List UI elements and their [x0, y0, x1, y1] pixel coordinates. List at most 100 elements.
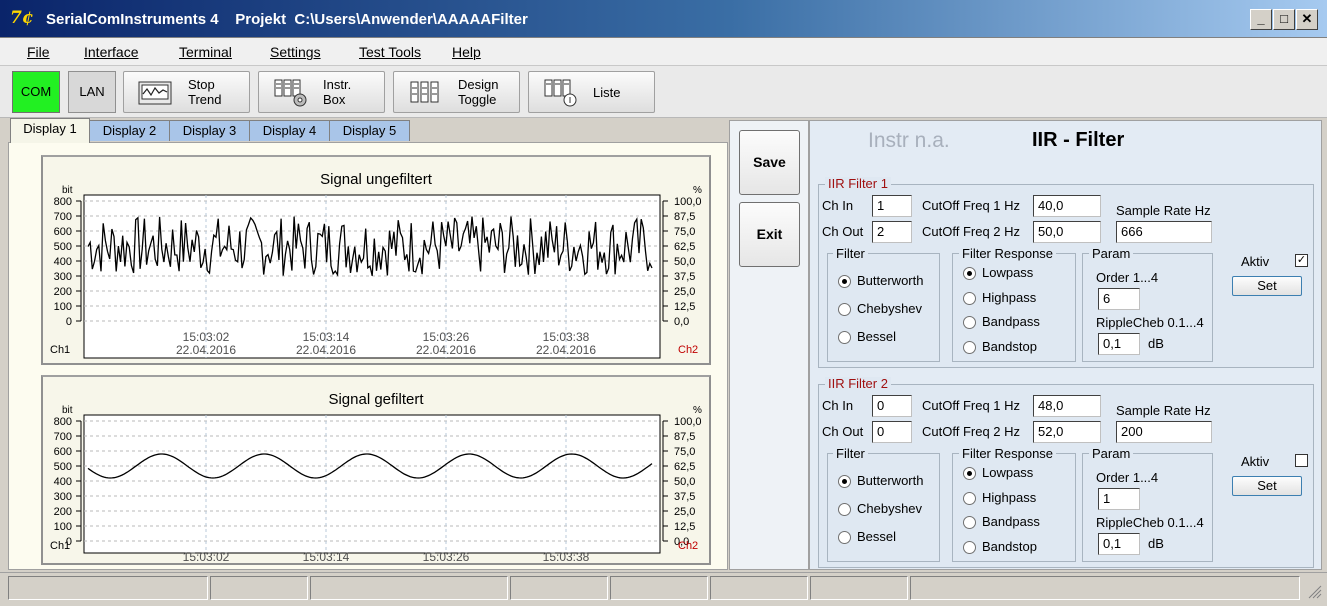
time-tick-label: 15:03:38: [543, 550, 590, 563]
maximize-button[interactable]: □: [1273, 9, 1295, 30]
filter-type-radio[interactable]: [838, 303, 851, 316]
chart-title: Signal gefiltert: [328, 391, 424, 408]
filter-type-radio[interactable]: [838, 503, 851, 516]
filter-response-label: Highpass: [982, 289, 1037, 305]
design-toggle-button[interactable]: Design Toggle: [393, 71, 520, 113]
iir-filter-1-group: IIR Filter 1 Ch In 1 Ch Out 2 CutOff Freq 1 H…: [818, 177, 1314, 368]
liste-button[interactable]: Liste: [528, 71, 655, 113]
order-field[interactable]: 1: [1098, 488, 1140, 510]
right-tick-label: 87,5: [674, 211, 695, 223]
menu-file[interactable]: File: [27, 44, 50, 60]
left-tick-label: 500: [54, 461, 72, 473]
filter-response-radio[interactable]: [963, 340, 976, 354]
status-cell-7: [810, 576, 908, 600]
com-button[interactable]: COM: [12, 71, 60, 113]
liste-label: Liste: [593, 85, 621, 100]
filter-type-radio[interactable]: [838, 275, 851, 288]
aktiv-label: Aktiv: [1241, 254, 1270, 269]
ripple-unit-label: dB: [1148, 336, 1164, 351]
filter-response-radio[interactable]: [963, 316, 976, 329]
param-legend: Param: [1089, 447, 1134, 461]
set-button[interactable]: Set: [1232, 276, 1302, 296]
left-tick-label: 100: [54, 521, 72, 533]
instrument-box-icon: [274, 79, 307, 107]
time-tick-label: 15:03:26: [423, 550, 470, 563]
sample-rate-label: Sample Rate Hz: [1116, 403, 1211, 418]
tab-display-5[interactable]: Display 5: [329, 120, 410, 141]
design-toggle-icon: [410, 81, 439, 103]
right-tick-label: 75,0: [674, 446, 695, 458]
set-button[interactable]: Set: [1232, 476, 1302, 496]
chart-filtered-svg: Signal gefiltert bit % 800 100,0 700 87,5 600 75…: [50, 391, 702, 577]
right-tick-label: 62,5: [674, 241, 695, 253]
cutoff-freq-2-field[interactable]: 50,0: [1033, 221, 1101, 243]
menu-terminal[interactable]: Terminal: [179, 44, 232, 60]
tab-display-3[interactable]: Display 3: [169, 120, 250, 141]
ch-out-field[interactable]: 0: [872, 421, 912, 443]
right-tick-label: 75,0: [674, 226, 695, 238]
minimize-button[interactable]: _: [1250, 9, 1272, 30]
instr-box-label-1: Instr.: [323, 77, 352, 92]
filter-type-radio[interactable]: [838, 475, 851, 488]
stop-trend-button[interactable]: Stop Trend: [123, 71, 250, 113]
left-tick-label: 200: [54, 286, 72, 298]
app-logo-icon: 7¢: [10, 8, 34, 28]
order-field[interactable]: 6: [1098, 288, 1140, 310]
left-tick-label: 800: [54, 416, 72, 428]
aktiv-checkbox[interactable]: ✓: [1295, 254, 1308, 267]
filter-response-radio[interactable]: [963, 467, 976, 480]
filter-response-radio[interactable]: [963, 291, 976, 305]
filter-response-label: Bandpass: [982, 314, 1040, 329]
cutoff-freq-1-field[interactable]: 40,0: [1033, 195, 1101, 217]
filter-response-radio[interactable]: [963, 540, 976, 554]
sample-rate-field[interactable]: 666: [1116, 221, 1212, 243]
sample-rate-field[interactable]: 200: [1116, 421, 1212, 443]
filter-response-radio[interactable]: [963, 491, 976, 505]
status-cell-4: [510, 576, 608, 600]
filter-response-radio[interactable]: [963, 516, 976, 529]
right-tick-label: 37,5: [674, 491, 695, 503]
menu-test-tools[interactable]: Test Tools: [359, 44, 421, 60]
instr-box-label-2: Box: [323, 92, 346, 107]
tab-display-4[interactable]: Display 4: [249, 120, 330, 141]
ch-out-field[interactable]: 2: [872, 221, 912, 243]
aktiv-label: Aktiv: [1241, 454, 1270, 469]
filter-response-radio[interactable]: [963, 267, 976, 280]
cutoff-freq-1-field[interactable]: 48,0: [1033, 395, 1101, 417]
right-axis-unit: %: [693, 185, 702, 196]
left-tick-label: 400: [54, 476, 72, 488]
filter-type-label: Chebyshev: [857, 501, 923, 516]
aktiv-checkbox[interactable]: [1295, 454, 1308, 467]
cutoff-freq-2-field[interactable]: 52,0: [1033, 421, 1101, 443]
menu-interface[interactable]: Interface: [84, 44, 138, 60]
filter-response-label: Highpass: [982, 489, 1037, 505]
menu-settings[interactable]: Settings: [270, 44, 321, 60]
ripple-field[interactable]: 0,1: [1098, 333, 1140, 355]
right-tick-label: 62,5: [674, 461, 695, 473]
tab-display-1[interactable]: Display 1: [10, 118, 90, 143]
status-cell-3: [310, 576, 508, 600]
ch-out-label: Ch Out: [822, 424, 864, 439]
date-tick-label: 22.04.2016: [176, 343, 236, 357]
left-tick-label: 0: [66, 316, 72, 328]
filter-response-legend: Filter Response: [959, 247, 1057, 261]
lan-button[interactable]: LAN: [68, 71, 116, 113]
resize-grip-icon[interactable]: [1306, 583, 1322, 599]
instr-box-button[interactable]: Instr. Box: [258, 71, 385, 113]
stop-trend-label-1: Stop: [188, 77, 215, 92]
chart-unfiltered: Signal ungefiltert bit% 800 100,0 700 87,5 600…: [41, 155, 711, 365]
ch-in-field[interactable]: 0: [872, 395, 912, 417]
menu-help[interactable]: Help: [452, 44, 481, 60]
right-axis-unit: %: [693, 405, 702, 416]
ripple-field[interactable]: 0,1: [1098, 533, 1140, 555]
close-button[interactable]: ✕: [1296, 9, 1318, 30]
right-tick-label: 100,0: [674, 416, 702, 428]
filter-type-radio[interactable]: [838, 331, 851, 344]
ch-in-label: Ch In: [822, 198, 854, 213]
tab-display-2[interactable]: Display 2: [89, 120, 170, 141]
save-button[interactable]: Save: [739, 130, 800, 195]
filter-type-radio[interactable]: [838, 531, 851, 544]
legend-ch2: Ch2: [678, 344, 698, 356]
exit-button[interactable]: Exit: [739, 202, 800, 267]
ch-in-field[interactable]: 1: [872, 195, 912, 217]
